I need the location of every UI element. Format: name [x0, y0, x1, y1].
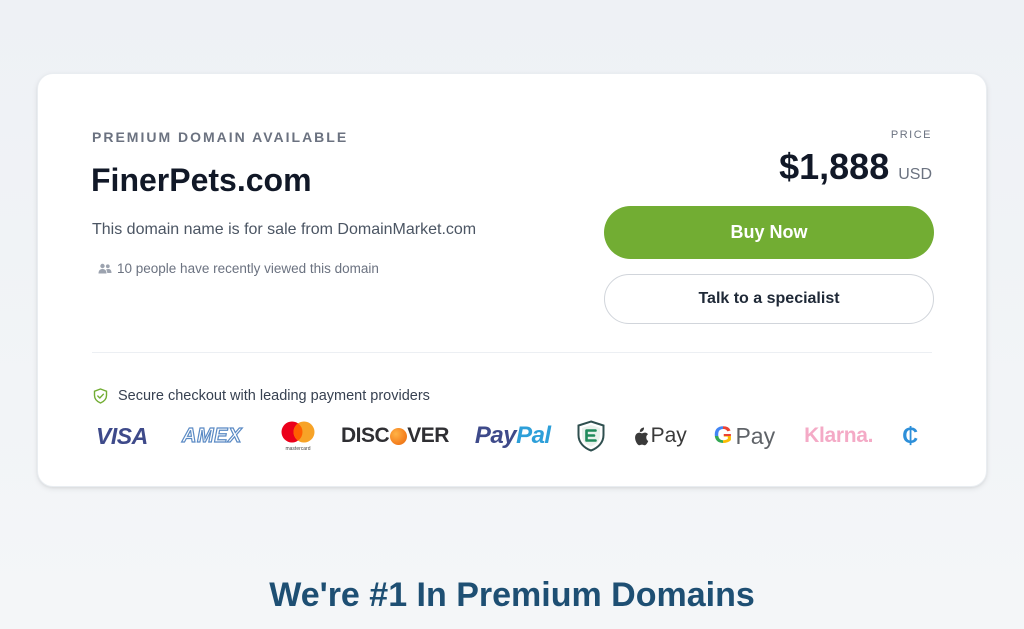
divider: [92, 352, 932, 353]
premium-eyebrow: PREMIUM DOMAIN AVAILABLE: [92, 129, 349, 145]
secure-checkout: Secure checkout with leading payment pro…: [93, 388, 430, 404]
paypal-logo: Pay Pal: [475, 422, 551, 450]
buy-now-button[interactable]: Buy Now: [604, 206, 934, 259]
recent-viewers: 10 people have recently viewed this doma…: [98, 261, 379, 276]
security-shield-logo: [576, 420, 606, 452]
google-g-icon: G: [713, 422, 733, 449]
recent-viewers-text: 10 people have recently viewed this doma…: [117, 261, 379, 276]
payment-logos: VISA AMEX mastercard DISC VER Pay Pal Pa…: [94, 417, 936, 455]
price-currency: USD: [898, 166, 932, 183]
visa-logo: VISA: [96, 422, 148, 449]
shield-check-icon: [93, 388, 108, 404]
google-pay-logo: G Pay: [714, 422, 775, 450]
domain-name: FinerPets.com: [91, 162, 312, 198]
crypto-logo: ₵: [902, 423, 919, 448]
price-row: $1,888 USD: [779, 146, 932, 188]
users-icon: [98, 263, 112, 273]
premium-domains-heading: We're #1 In Premium Domains: [269, 576, 755, 614]
price-label: PRICE: [890, 129, 932, 141]
domain-sale-card: PREMIUM DOMAIN AVAILABLE FinerPets.com T…: [37, 73, 987, 487]
mastercard-logo: mastercard: [280, 420, 316, 452]
paypal-text-pal: Pal: [516, 422, 551, 449]
apple-pay-text: Pay: [650, 424, 687, 447]
amex-logo: AMEX: [181, 424, 242, 447]
paypal-text-pay: Pay: [474, 422, 517, 449]
talk-to-specialist-button[interactable]: Talk to a specialist: [604, 274, 934, 324]
secure-checkout-text: Secure checkout with leading payment pro…: [118, 388, 430, 404]
discover-o-mark: [389, 427, 407, 445]
discover-text-end: VER: [407, 424, 449, 447]
apple-icon: [634, 427, 648, 445]
mastercard-caption: mastercard: [285, 446, 310, 452]
google-pay-text: Pay: [735, 422, 776, 449]
price-value: $1,888: [779, 146, 890, 187]
klarna-logo: Klarna.: [804, 424, 874, 447]
sale-description: This domain name is for sale from Domain…: [92, 221, 477, 238]
discover-logo: DISC VER: [341, 424, 449, 448]
apple-pay-logo: Pay: [633, 424, 687, 448]
discover-text-start: DISC: [341, 424, 390, 447]
